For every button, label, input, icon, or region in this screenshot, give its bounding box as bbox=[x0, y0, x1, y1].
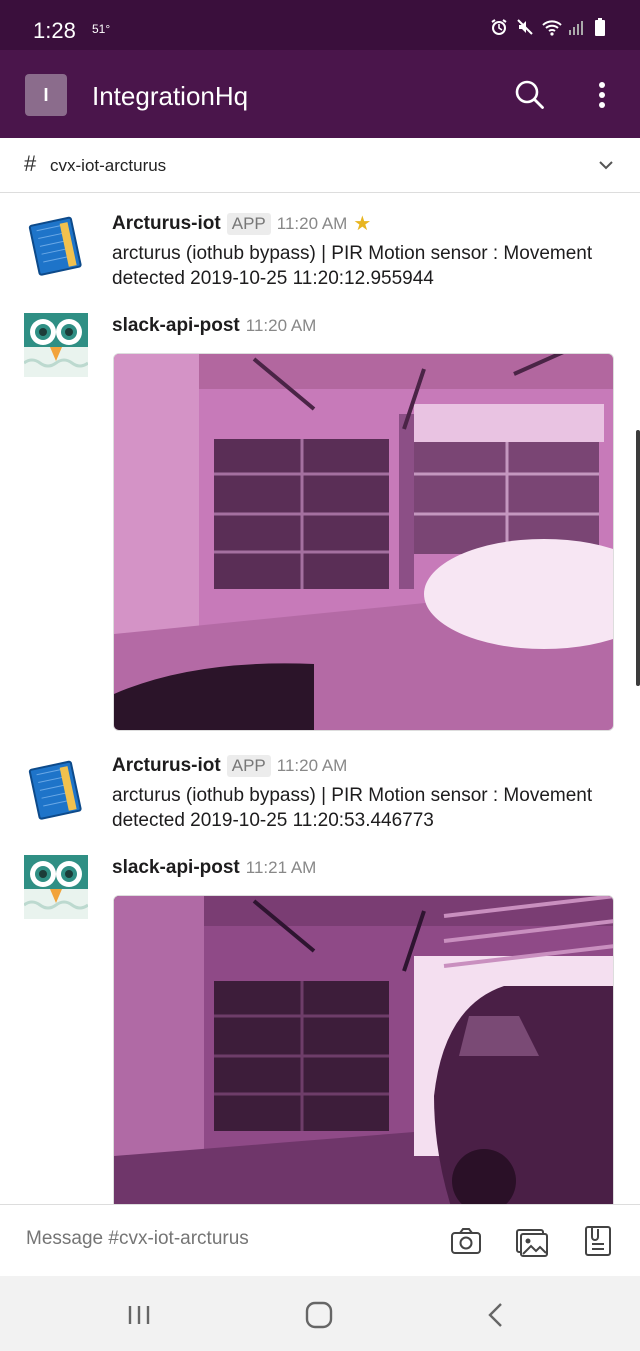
app-bar: I IntegrationHq bbox=[0, 50, 640, 138]
app-badge: APP bbox=[226, 755, 271, 777]
arcturus-avatar-icon[interactable] bbox=[24, 213, 88, 277]
more-vert-icon bbox=[599, 82, 605, 108]
message-text: arcturus (iothub bypass) | PIR Motion se… bbox=[112, 785, 593, 831]
message-time: 11:20 AM bbox=[245, 316, 317, 335]
channel-header[interactable]: # cvx-iot-arcturus bbox=[0, 138, 640, 193]
channel-hash-icon: # bbox=[24, 151, 37, 176]
sender-name[interactable]: Arcturus-iot bbox=[112, 213, 221, 235]
recent-apps-icon bbox=[128, 1306, 150, 1324]
message-time: 11:21 AM bbox=[245, 858, 317, 877]
back-icon bbox=[488, 1303, 502, 1327]
message-header: slack-api-post 11:21 AM bbox=[112, 857, 316, 879]
search-icon bbox=[515, 80, 544, 109]
wifi-icon bbox=[542, 18, 562, 36]
status-bar: 1:28 51° bbox=[0, 0, 640, 50]
channel-name: cvx-iot-arcturus bbox=[50, 156, 167, 175]
workspace-icon[interactable]: I bbox=[25, 74, 67, 116]
star-icon[interactable]: ★ bbox=[353, 214, 371, 234]
garage-photo-image[interactable] bbox=[113, 353, 614, 731]
system-nav-bar bbox=[0, 1276, 640, 1351]
owl-avatar-icon[interactable] bbox=[23, 855, 89, 919]
message-header: Arcturus-iot APP 11:20 AM ★ bbox=[112, 213, 371, 235]
home-button[interactable] bbox=[302, 1298, 336, 1332]
message-time: 11:20 AM bbox=[276, 214, 348, 233]
message-text: arcturus (iothub bypass) | PIR Motion se… bbox=[112, 243, 593, 289]
sender-name[interactable]: slack-api-post bbox=[112, 857, 240, 879]
app-badge: APP bbox=[226, 213, 271, 235]
message-header: Arcturus-iot APP 11:20 AM bbox=[112, 755, 347, 777]
image-gallery-icon bbox=[516, 1229, 548, 1257]
status-icons bbox=[490, 18, 612, 36]
photo-gallery-button[interactable] bbox=[514, 1223, 550, 1259]
arcturus-avatar-icon[interactable] bbox=[24, 757, 88, 821]
recent-apps-button[interactable] bbox=[123, 1298, 157, 1332]
message-input[interactable] bbox=[26, 1228, 426, 1250]
message-time: 11:20 AM bbox=[276, 756, 348, 775]
garage-photo-image[interactable] bbox=[113, 895, 614, 1204]
alarm-icon bbox=[490, 18, 508, 36]
overflow-menu-button[interactable] bbox=[586, 77, 618, 113]
home-icon bbox=[305, 1301, 333, 1329]
status-time: 1:28 bbox=[33, 18, 76, 43]
message-composer bbox=[0, 1204, 640, 1276]
message-feed[interactable]: Arcturus-iot APP 11:20 AM ★ arcturus (io… bbox=[0, 193, 640, 1204]
workspace-name[interactable]: IntegrationHq bbox=[92, 81, 248, 112]
scrollbar[interactable] bbox=[636, 430, 640, 686]
owl-avatar-icon[interactable] bbox=[23, 313, 89, 377]
camera-icon bbox=[451, 1228, 481, 1254]
back-button[interactable] bbox=[480, 1298, 514, 1332]
search-button[interactable] bbox=[512, 77, 548, 113]
battery-icon bbox=[594, 18, 612, 36]
file-attach-icon bbox=[585, 1226, 611, 1256]
files-button[interactable] bbox=[580, 1223, 616, 1259]
sender-name[interactable]: slack-api-post bbox=[112, 315, 240, 337]
message-header: slack-api-post 11:20 AM bbox=[112, 315, 316, 337]
signal-icon bbox=[568, 18, 586, 36]
camera-button[interactable] bbox=[448, 1223, 484, 1259]
status-temperature: 51° bbox=[92, 22, 111, 36]
sender-name[interactable]: Arcturus-iot bbox=[112, 755, 221, 777]
mute-icon bbox=[516, 18, 534, 36]
chevron-down-icon[interactable] bbox=[596, 155, 616, 175]
